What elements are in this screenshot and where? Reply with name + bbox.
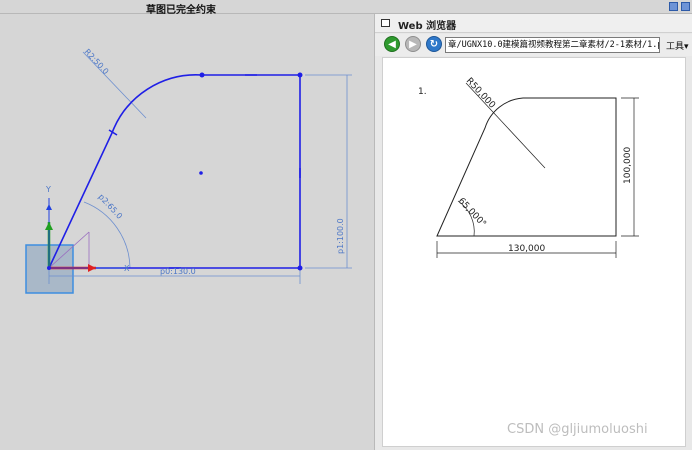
tangent-point[interactable] xyxy=(199,72,205,78)
browser-toolbar: ◀ ▶ ↻ 章/UGNX10.0建模篇视频教程第二章素材/2-1素材/1.png… xyxy=(375,34,692,56)
close-panel-icon[interactable] xyxy=(681,2,690,11)
image-viewer: 1. R50,000 65,000° 130,000 100,000 CSDN … xyxy=(382,57,686,447)
sketch-profile[interactable] xyxy=(47,74,301,269)
drawing-number: 1. xyxy=(418,87,427,97)
browser-window-icon xyxy=(381,19,390,27)
back-button[interactable]: ◀ xyxy=(384,36,400,52)
origin-point[interactable] xyxy=(47,266,51,270)
drawing-profile xyxy=(436,97,617,237)
corner-point-bottom-right[interactable] xyxy=(297,265,303,271)
width-dimension[interactable]: p0:130.0 xyxy=(160,267,196,276)
z-arrow-icon xyxy=(46,204,52,210)
angle-dimension[interactable]: p2:65.0 xyxy=(97,192,125,221)
watermark-text: CSDN @gljiumoluoshi xyxy=(507,422,648,437)
browser-title: Web 浏览器 xyxy=(398,21,457,32)
x-arrow-icon xyxy=(88,264,96,272)
nx-sketch-window: 草图已完全约束 X Y R2:50.0 p2:65.0 p0:130.0 p1:… xyxy=(0,0,692,450)
drawing-height-label: 100,000 xyxy=(623,147,633,184)
tools-menu[interactable]: 工具▾ xyxy=(666,39,689,52)
forward-button[interactable]: ▶ xyxy=(405,36,421,52)
drawing-radius-label: R50,000 xyxy=(464,76,497,111)
reference-drawing: 1. R50,000 65,000° 130,000 100,000 xyxy=(418,76,639,258)
x-axis-label: X xyxy=(124,264,130,273)
y-axis-label: Y xyxy=(45,185,51,194)
arc-center-point[interactable] xyxy=(199,171,203,175)
drawing-width-label: 130,000 xyxy=(508,244,545,254)
sketch-canvas[interactable]: X Y R2:50.0 p2:65.0 p0:130.0 p1:100.0 xyxy=(0,14,374,450)
constraint-markers xyxy=(108,74,301,269)
status-bar: 草图已完全约束 xyxy=(0,0,692,16)
browser-titlebar: Web 浏览器 xyxy=(375,14,692,33)
radius-dimension[interactable]: R2:50.0 xyxy=(83,47,111,76)
sketch-geometry: X Y R2:50.0 p2:65.0 p0:130.0 p1:100.0 xyxy=(25,47,352,294)
angle-dimension-arc xyxy=(83,201,131,269)
height-dimension[interactable]: p1:100.0 xyxy=(336,218,345,254)
y-arrow-icon xyxy=(45,222,53,230)
corner-point-top-right[interactable] xyxy=(297,72,303,78)
refresh-button[interactable]: ↻ xyxy=(426,36,442,52)
resource-bar-icon[interactable] xyxy=(669,2,678,11)
address-bar[interactable]: 章/UGNX10.0建模篇视频教程第二章素材/2-1素材/1.png xyxy=(445,37,660,53)
web-browser-panel: Web 浏览器 ◀ ▶ ↻ 章/UGNX10.0建模篇视频教程第二章素材/2-1… xyxy=(374,14,692,450)
drawing-angle-label: 65,000° xyxy=(456,196,488,229)
